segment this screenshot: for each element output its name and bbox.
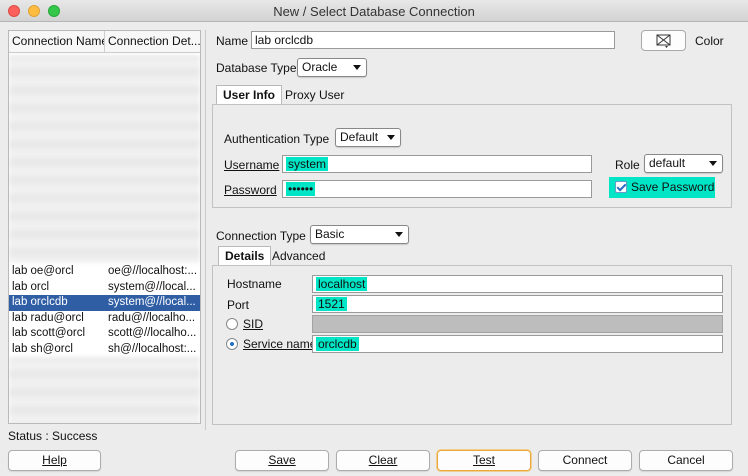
title-bar: New / Select Database Connection xyxy=(0,0,748,22)
sid-label: SID xyxy=(243,317,264,331)
connection-type-select[interactable]: Basic xyxy=(310,225,409,244)
database-type-value: Oracle xyxy=(302,60,338,74)
name-value: lab orclcdb xyxy=(255,33,314,47)
chevron-down-icon xyxy=(387,135,395,140)
connection-row-selected[interactable]: lab orclcdb system@//local... xyxy=(9,295,200,311)
username-input[interactable]: system xyxy=(282,155,592,173)
save-button[interactable]: Save xyxy=(235,450,329,471)
connection-name: lab orclcdb xyxy=(12,296,68,308)
connection-details: sh@//localhost:... xyxy=(108,342,197,355)
connection-row[interactable]: lab radu@orcl radu@//localho... xyxy=(9,311,200,327)
hostname-label: Hostname xyxy=(227,277,282,291)
password-label: Password xyxy=(224,183,277,197)
authentication-type-value: Default xyxy=(340,130,379,144)
connect-button[interactable]: Connect xyxy=(538,450,632,471)
connection-type-label: Connection Type xyxy=(216,229,306,243)
connection-row[interactable]: lab orcl system@//local... xyxy=(9,280,200,296)
blurred-connection-rows xyxy=(9,55,200,263)
connection-row[interactable]: lab scott@orcl scott@//localho... xyxy=(9,326,200,342)
connection-row[interactable]: lab sh@orcl sh@//localhost:... xyxy=(9,342,200,358)
connection-type-value: Basic xyxy=(315,227,345,241)
tab-details[interactable]: Details xyxy=(218,246,272,266)
sid-radio[interactable] xyxy=(226,318,238,330)
port-value: 1521 xyxy=(316,297,347,311)
connection-details: scott@//localho... xyxy=(108,327,197,339)
connection-name: lab oe@orcl xyxy=(12,265,74,277)
chevron-down-icon xyxy=(353,65,361,70)
port-input[interactable]: 1521 xyxy=(312,295,723,313)
username-value: system xyxy=(286,157,329,171)
name-label: Name xyxy=(216,34,249,48)
color-picker-button[interactable] xyxy=(641,30,686,51)
role-label: Role xyxy=(615,158,640,172)
connection-details: system@//local... xyxy=(108,296,196,308)
blurred-connection-rows xyxy=(9,357,200,423)
port-label: Port xyxy=(227,298,250,312)
connection-row[interactable]: lab oe@orcl oe@//localhost:... xyxy=(9,264,200,280)
connection-list[interactable]: Connection Name Connection Det... lab oe… xyxy=(8,30,201,424)
window-title: New / Select Database Connection xyxy=(273,4,475,19)
password-value: •••••• xyxy=(286,182,316,196)
username-label: Username xyxy=(224,158,280,172)
panel-divider[interactable] xyxy=(205,30,206,430)
connection-name: lab sh@orcl xyxy=(12,342,73,355)
tab-advanced[interactable]: Advanced xyxy=(266,247,331,267)
checkbox-checked-icon xyxy=(615,181,627,193)
connection-rows: lab oe@orcl oe@//localhost:... lab orcl … xyxy=(9,264,200,357)
tab-user-info[interactable]: User Info xyxy=(216,85,283,105)
hostname-value: localhost xyxy=(316,277,368,291)
save-password-label: Save Password xyxy=(631,180,715,194)
connection-details: radu@//localho... xyxy=(108,311,196,324)
color-swatch-icon xyxy=(656,34,671,48)
hostname-input[interactable]: localhost xyxy=(312,275,723,293)
help-button[interactable]: Help xyxy=(8,450,101,471)
tab-proxy-user[interactable]: Proxy User xyxy=(279,86,350,106)
database-type-label: Database Type xyxy=(216,61,297,75)
connection-details: oe@//localhost:... xyxy=(108,265,198,277)
connection-name: lab scott@orcl xyxy=(12,327,86,339)
database-type-select[interactable]: Oracle xyxy=(297,58,367,77)
chevron-down-icon xyxy=(395,232,403,237)
connection-details: system@//local... xyxy=(108,280,196,293)
clear-button[interactable]: Clear xyxy=(336,450,430,471)
service-name-input[interactable]: orclcdb xyxy=(312,335,723,353)
name-input[interactable]: lab orclcdb xyxy=(251,31,615,49)
test-button[interactable]: Test xyxy=(437,450,531,471)
role-select[interactable]: default xyxy=(644,154,723,173)
connection-name: lab radu@orcl xyxy=(12,311,84,324)
authentication-type-label: Authentication Type xyxy=(224,132,330,146)
service-name-radio[interactable] xyxy=(226,338,238,350)
column-header-connection-details[interactable]: Connection Det... xyxy=(105,31,200,52)
cancel-button[interactable]: Cancel xyxy=(639,450,733,471)
authentication-type-select[interactable]: Default xyxy=(335,128,401,147)
save-password-checkbox[interactable]: Save Password xyxy=(609,177,715,198)
service-name-label: Service name xyxy=(243,337,317,351)
connection-name: lab orcl xyxy=(12,280,50,293)
status-text: Status : Success xyxy=(8,429,98,443)
password-input[interactable]: •••••• xyxy=(282,180,592,198)
color-label: Color xyxy=(695,34,724,48)
column-header-connection-name[interactable]: Connection Name xyxy=(9,31,105,52)
service-name-value: orclcdb xyxy=(316,337,359,351)
connection-list-header: Connection Name Connection Det... xyxy=(9,31,200,53)
role-value: default xyxy=(649,156,686,170)
sid-input-disabled xyxy=(312,315,723,333)
chevron-down-icon xyxy=(709,161,717,166)
